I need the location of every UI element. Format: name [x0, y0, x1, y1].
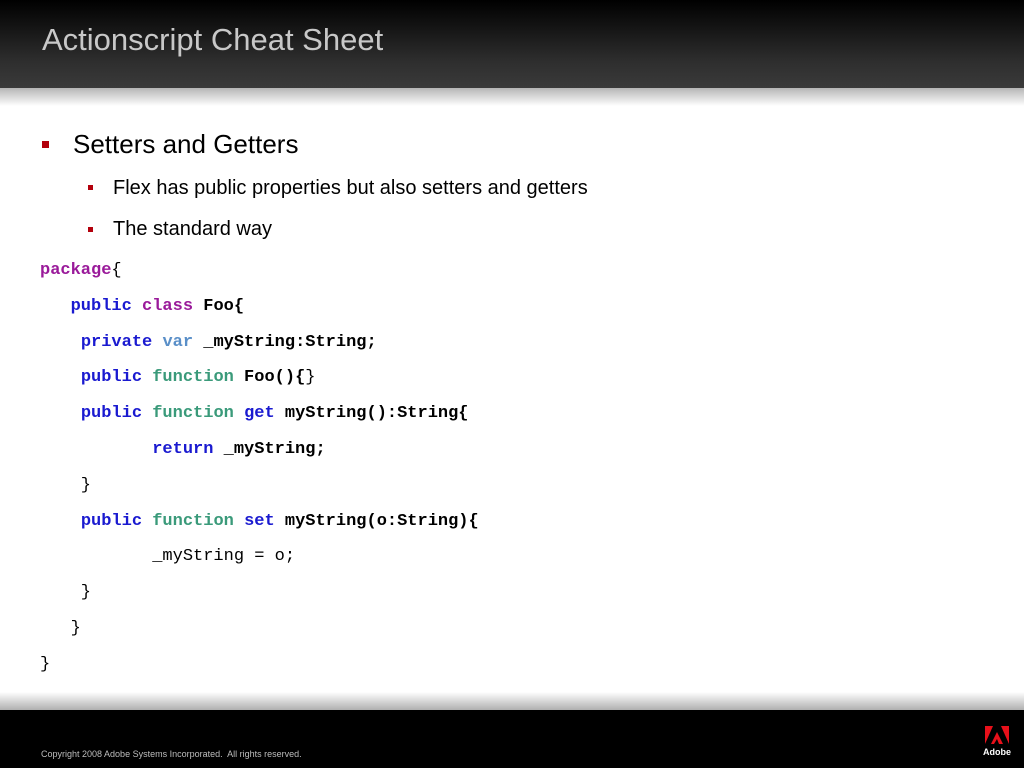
code-token: } [305, 368, 316, 388]
code-token: _myString:String; [193, 332, 377, 352]
code-token: public [70, 296, 132, 316]
bullet-level1: Setters and Getters [73, 129, 299, 159]
footer-bar [0, 710, 1024, 768]
code-line: } [40, 468, 479, 504]
bullet-marker-icon [88, 227, 93, 232]
code-block: package{ public class Foo{ private var _… [40, 253, 479, 683]
code-token: private [80, 332, 153, 352]
code-token: _myString = o; [40, 547, 296, 567]
code-token: class [142, 296, 194, 316]
code-line: public function get myString():String{ [40, 396, 479, 432]
header-shadow [0, 88, 1024, 106]
code-token: var [162, 332, 194, 352]
code-token: public [80, 368, 143, 388]
code-token: function [152, 368, 234, 388]
code-line: } [40, 647, 479, 683]
code-line: return _myString; [40, 432, 479, 468]
code-line: public function Foo(){} [40, 360, 479, 396]
code-token: } [40, 654, 51, 674]
code-token: function [152, 511, 234, 531]
code-token: set [244, 511, 275, 531]
bullet-marker-icon [42, 141, 49, 148]
footer-shadow [0, 692, 1024, 710]
slide-title: Actionscript Cheat Sheet [42, 22, 384, 57]
bullet-marker-icon [88, 185, 93, 190]
code-line: } [40, 611, 479, 647]
bullet-level2: The standard way [113, 218, 272, 240]
code-token: myString():String{ [274, 404, 469, 424]
code-token: package [40, 261, 112, 280]
code-line: public class Foo{ [40, 289, 479, 325]
code-token: return [152, 439, 214, 459]
code-line: _myString = o; [40, 539, 479, 575]
code-token: function [152, 404, 234, 424]
bullet-level2: Flex has public properties but also sett… [113, 177, 588, 199]
code-token: public [80, 404, 143, 424]
code-token: } [40, 475, 92, 495]
code-token: Foo{ [193, 296, 245, 316]
adobe-logo-text: Adobe [983, 747, 1011, 757]
code-token: Foo(){ [233, 368, 306, 388]
copyright-text: Copyright 2008 Adobe Systems Incorporate… [41, 749, 302, 759]
code-token: get [244, 404, 275, 424]
code-line: package{ [40, 253, 479, 289]
code-token: public [80, 511, 143, 531]
code-token: } [40, 583, 92, 603]
code-token: { [111, 261, 122, 280]
code-token: myString(o:String){ [274, 511, 479, 531]
code-line: } [40, 575, 479, 611]
code-line: public function set myString(o:String){ [40, 504, 479, 540]
code-line: private var _myString:String; [40, 325, 479, 361]
code-token: } [40, 618, 81, 638]
code-token: _myString; [213, 439, 326, 459]
